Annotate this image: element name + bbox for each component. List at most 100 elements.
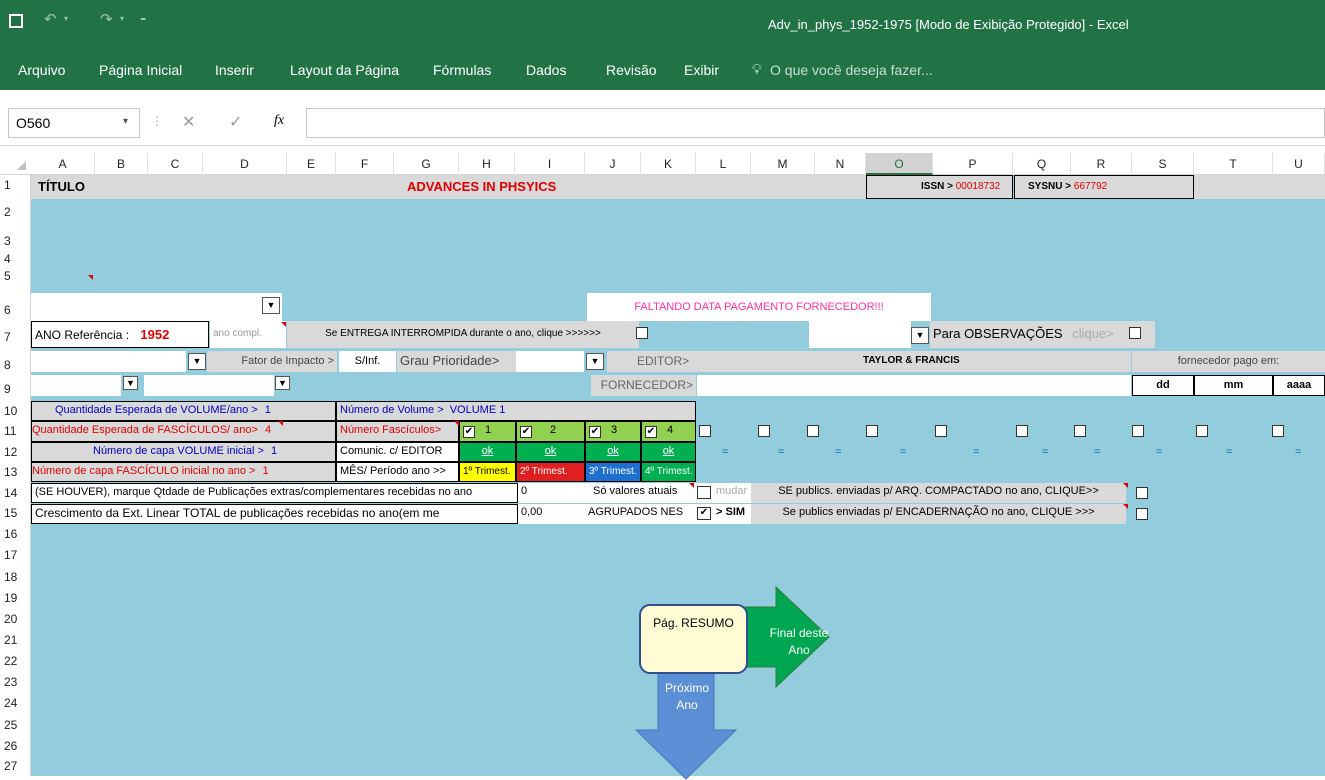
ok-link[interactable]: =	[1039, 444, 1051, 461]
trimestre-1[interactable]: 1º Trimest.	[459, 462, 516, 482]
undo-dropdown-icon[interactable]: ▾	[64, 14, 68, 23]
ok-2[interactable]: ok	[516, 442, 585, 462]
row-header[interactable]: 15	[0, 506, 31, 520]
ok-1[interactable]: ok	[459, 442, 516, 462]
row-header[interactable]: 25	[0, 718, 31, 732]
col-header-g[interactable]: G	[394, 153, 459, 175]
col-header-o[interactable]: O	[866, 153, 933, 175]
chevron-down-icon[interactable]: ▾	[123, 116, 128, 127]
name-box[interactable]: O560 ▾	[8, 108, 140, 138]
col-header-a[interactable]: A	[31, 153, 95, 175]
fasc-3-cell[interactable]: ✔ 3	[585, 421, 641, 442]
row-header[interactable]: 9	[0, 382, 31, 396]
row-header[interactable]: 18	[0, 570, 31, 584]
col-header-h[interactable]: H	[459, 153, 515, 175]
row-header[interactable]: 20	[0, 612, 31, 626]
row-header[interactable]: 19	[0, 591, 31, 605]
row-header[interactable]: 24	[0, 696, 31, 710]
ok-4[interactable]: ok	[641, 442, 696, 462]
row-header[interactable]: 8	[0, 358, 31, 372]
row-header[interactable]: 2	[0, 205, 31, 219]
fasc-3-checkbox[interactable]: ✔	[589, 426, 601, 438]
tell-me-box[interactable]: O que você deseja fazer...	[770, 62, 933, 78]
fasc-checkbox[interactable]	[758, 425, 770, 437]
col-header-f[interactable]: F	[336, 153, 394, 175]
fasc-checkbox[interactable]	[1272, 425, 1284, 437]
col-header-u[interactable]: U	[1273, 153, 1325, 175]
cancel-icon[interactable]: ✕	[182, 112, 195, 132]
col-header-l[interactable]: L	[696, 153, 751, 175]
row-header[interactable]: 16	[0, 527, 31, 541]
row-header[interactable]: 3	[0, 234, 31, 248]
tab-formulas[interactable]: Fórmulas	[433, 62, 491, 78]
col-header-n[interactable]: N	[815, 153, 866, 175]
row8-dropdown-cell[interactable]	[31, 351, 186, 372]
compact-checkbox[interactable]	[1136, 487, 1148, 499]
grau-dropdown-cell[interactable]	[516, 351, 584, 372]
fasc-checkbox[interactable]	[807, 425, 819, 437]
ok-link[interactable]: =	[1223, 444, 1235, 461]
row-header[interactable]: 23	[0, 675, 31, 689]
row-header[interactable]: 10	[0, 404, 31, 418]
redo-icon[interactable]: ↷	[100, 10, 113, 28]
col-header-r[interactable]: R	[1071, 153, 1132, 175]
trimestre-3[interactable]: 3º Trimest.	[585, 462, 641, 482]
aaaa-cell[interactable]: aaaa	[1273, 375, 1325, 396]
col-header-j[interactable]: J	[585, 153, 641, 175]
fornecedor-value-cell[interactable]	[697, 375, 1131, 396]
save-icon[interactable]	[9, 14, 23, 28]
fasc-1-cell[interactable]: ✔ 1	[459, 421, 516, 442]
row-header[interactable]: 6	[0, 303, 31, 317]
tab-revisao[interactable]: Revisão	[606, 62, 657, 78]
col-header-e[interactable]: E	[287, 153, 336, 175]
mudar-checkbox[interactable]	[697, 486, 711, 499]
col-header-s[interactable]: S	[1132, 153, 1194, 175]
col-header-q[interactable]: Q	[1013, 153, 1071, 175]
fasc-checkbox[interactable]	[935, 425, 947, 437]
row6-dropdown-arrow[interactable]: ▼	[262, 297, 280, 314]
col-header-m[interactable]: M	[751, 153, 815, 175]
col-header-d[interactable]: D	[203, 153, 287, 175]
row-header[interactable]: 7	[0, 330, 31, 344]
ok-link[interactable]: =	[1153, 444, 1165, 461]
worksheet[interactable]: TÍTULO ADVANCES IN PHSYICS ISSN > 000187…	[31, 175, 1325, 780]
obs-checkbox[interactable]	[1129, 327, 1141, 339]
row-header[interactable]: 27	[0, 759, 31, 773]
row6-dropdown-cell[interactable]	[31, 293, 282, 321]
tab-inserir[interactable]: Inserir	[215, 62, 254, 78]
dd-cell[interactable]: dd	[1132, 375, 1194, 396]
ok-link[interactable]: =	[897, 444, 909, 461]
grau-dropdown-arrow[interactable]: ▼	[586, 353, 604, 370]
fasc-checkbox[interactable]	[1132, 425, 1144, 437]
undo-icon[interactable]: ↶	[44, 10, 57, 28]
row-header[interactable]: 21	[0, 633, 31, 647]
entrega-checkbox[interactable]	[636, 327, 648, 339]
row-header[interactable]: 13	[0, 465, 31, 479]
row-header[interactable]: 5	[0, 269, 31, 283]
customize-quick-access-icon[interactable]: ₌	[140, 10, 146, 24]
trimestre-4[interactable]: 4º Trimest.	[641, 462, 696, 482]
fasc-checkbox[interactable]	[1196, 425, 1208, 437]
tab-arquivo[interactable]: Arquivo	[18, 62, 65, 78]
select-all-corner[interactable]	[17, 161, 26, 170]
col-header-p[interactable]: P	[933, 153, 1013, 175]
row-header[interactable]: 4	[0, 252, 31, 266]
row9-dropdown-cell-1[interactable]	[31, 375, 121, 396]
row9-dropdown-arrow-1[interactable]: ▼	[123, 376, 138, 390]
row9-dropdown-arrow-2[interactable]: ▼	[275, 376, 290, 390]
row-header[interactable]: 22	[0, 654, 31, 668]
row-header[interactable]: 11	[0, 424, 31, 438]
ok-link[interactable]: =	[719, 444, 731, 461]
col-header-k[interactable]: K	[641, 153, 696, 175]
enter-icon[interactable]: ✓	[229, 112, 242, 132]
trimestre-2[interactable]: 2º Trimest.	[516, 462, 585, 482]
agrup-checkbox[interactable]: ✔	[697, 507, 711, 520]
fator-value-cell[interactable]: S/Inf.	[339, 351, 396, 372]
function-icon[interactable]: fx	[274, 113, 284, 129]
mm-cell[interactable]: mm	[1194, 375, 1273, 396]
obs-dropdown-arrow[interactable]: ▼	[911, 327, 929, 344]
fasc-checkbox[interactable]	[1074, 425, 1086, 437]
cresc-value-cell[interactable]: 0,00	[518, 504, 585, 524]
col-header-b[interactable]: B	[95, 153, 148, 175]
fasc-checkbox[interactable]	[866, 425, 878, 437]
